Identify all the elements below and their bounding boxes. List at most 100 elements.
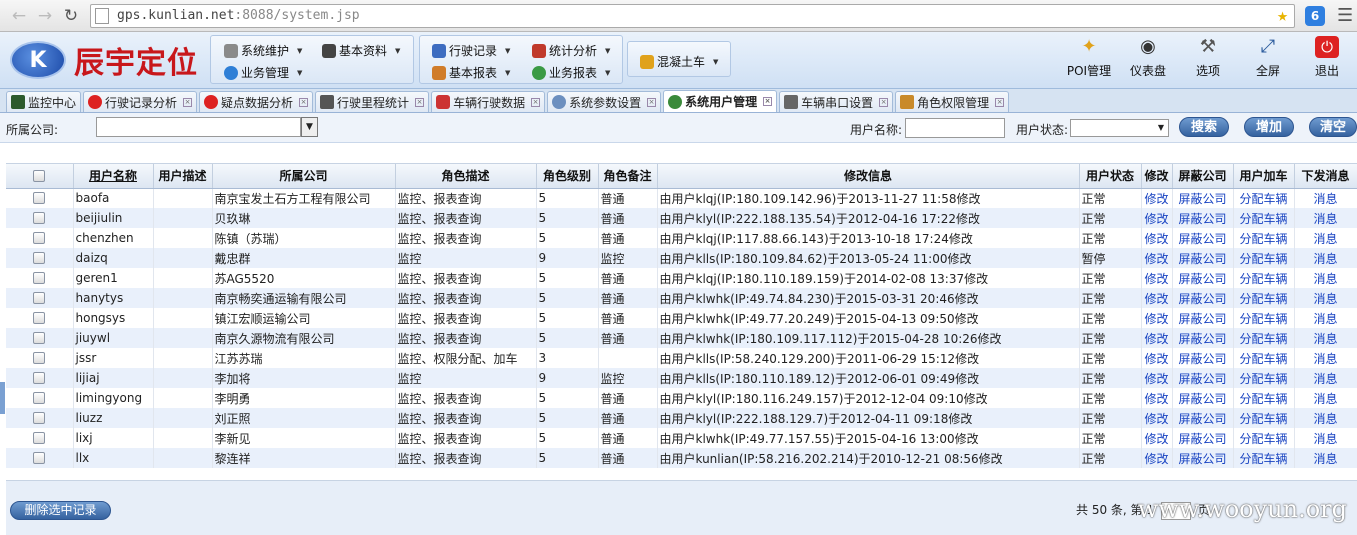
block-company-link[interactable]: 屏蔽公司 <box>1172 268 1234 288</box>
company-input[interactable] <box>96 117 301 137</box>
edit-link[interactable]: 修改 <box>1141 348 1173 368</box>
reload-icon[interactable]: ↻ <box>58 3 84 29</box>
row-select-cell[interactable] <box>6 428 74 448</box>
menu-system-maintenance[interactable]: 系统维护 ▼ <box>224 42 302 59</box>
tab-monitor-center[interactable]: 监控中心 <box>6 91 82 112</box>
menu-statistics[interactable]: 统计分析 ▼ <box>532 42 610 59</box>
tab-vehicle-serial-settings[interactable]: 车辆串口设置 × <box>779 91 894 112</box>
tab-system-parameters[interactable]: 系统参数设置 × <box>547 91 662 112</box>
edit-link[interactable]: 修改 <box>1141 428 1173 448</box>
bookmark-star-icon[interactable]: ★ <box>1277 5 1288 26</box>
side-collapse-handle[interactable] <box>0 382 5 414</box>
table-row[interactable]: hongsys 镇江宏顺运输公司 监控、报表查询 5 普通 由用户klwhk(IP:49.… <box>6 308 1357 328</box>
row-select-cell[interactable] <box>6 228 74 248</box>
message-link[interactable]: 消息 <box>1294 328 1357 348</box>
row-select-cell[interactable] <box>6 308 74 328</box>
edit-link[interactable]: 修改 <box>1141 188 1173 208</box>
assign-vehicle-link[interactable]: 分配车辆 <box>1233 248 1295 268</box>
menu-business-management[interactable]: 业务管理 ▼ <box>224 64 302 81</box>
logout-button[interactable]: ⏻ 退出 <box>1297 36 1357 79</box>
block-company-link[interactable]: 屏蔽公司 <box>1172 428 1234 448</box>
row-checkbox[interactable] <box>33 292 46 304</box>
row-checkbox[interactable] <box>33 212 46 224</box>
search-button[interactable]: 搜索 <box>1179 117 1229 137</box>
assign-vehicle-link[interactable]: 分配车辆 <box>1233 308 1295 328</box>
row-checkbox[interactable] <box>33 312 46 324</box>
tab-mileage-statistics[interactable]: 行驶里程统计 × <box>315 91 430 112</box>
table-row[interactable]: limingyong 李明勇 监控、报表查询 5 普通 由用户klyl(IP:180.11… <box>6 388 1357 408</box>
table-row[interactable]: lijiaj 李加将 监控 9 监控 由用户klls(IP:180.110.189.12)… <box>6 368 1357 388</box>
close-icon[interactable]: × <box>647 97 657 107</box>
row-select-cell[interactable] <box>6 328 74 348</box>
table-row[interactable]: jiuywl 南京久源物流有限公司 监控、报表查询 5 普通 由用户klwhk(IP:18… <box>6 328 1357 348</box>
message-link[interactable]: 消息 <box>1294 248 1357 268</box>
table-row[interactable]: chenzhen 陈镇（苏瑞） 监控、报表查询 5 普通 由用户klqj(IP:117.8… <box>6 228 1357 248</box>
block-company-link[interactable]: 屏蔽公司 <box>1172 188 1234 208</box>
column-header[interactable]: 用户名称 <box>73 164 154 189</box>
row-checkbox[interactable] <box>33 352 46 364</box>
edit-link[interactable]: 修改 <box>1141 388 1173 408</box>
row-select-cell[interactable] <box>6 348 74 368</box>
row-checkbox[interactable] <box>33 432 46 444</box>
assign-vehicle-link[interactable]: 分配车辆 <box>1233 448 1295 468</box>
status-select[interactable]: ▼ <box>1070 119 1169 137</box>
row-checkbox[interactable] <box>33 232 46 244</box>
row-checkbox[interactable] <box>33 332 46 344</box>
block-company-link[interactable]: 屏蔽公司 <box>1172 288 1234 308</box>
close-icon[interactable]: × <box>415 97 425 107</box>
options-button[interactable]: ⚒ 选项 <box>1178 36 1238 79</box>
company-dropdown-button[interactable]: ▼ <box>301 117 318 137</box>
message-link[interactable]: 消息 <box>1294 348 1357 368</box>
table-row[interactable]: daizq 戴忠群 监控 9 监控 由用户klls(IP:180.109.84.62)于2… <box>6 248 1357 268</box>
assign-vehicle-link[interactable]: 分配车辆 <box>1233 368 1295 388</box>
edit-link[interactable]: 修改 <box>1141 308 1173 328</box>
message-link[interactable]: 消息 <box>1294 308 1357 328</box>
row-checkbox[interactable] <box>33 412 46 424</box>
back-icon[interactable]: ← <box>6 3 32 29</box>
tab-system-user-management[interactable]: 系统用户管理 × <box>663 90 778 112</box>
tab-suspicious-data-analysis[interactable]: 疑点数据分析 × <box>199 91 314 112</box>
table-row[interactable]: jssr 江苏苏瑞 监控、权限分配、加车 3 由用户klls(IP:58.240.129… <box>6 348 1357 368</box>
block-company-link[interactable]: 屏蔽公司 <box>1172 448 1234 468</box>
edit-link[interactable]: 修改 <box>1141 368 1173 388</box>
fullscreen-button[interactable]: ⤢ 全屏 <box>1238 36 1298 79</box>
menu-basic-data[interactable]: 基本资料 ▼ <box>322 42 400 59</box>
assign-vehicle-link[interactable]: 分配车辆 <box>1233 388 1295 408</box>
block-company-link[interactable]: 屏蔽公司 <box>1172 308 1234 328</box>
dashboard-button[interactable]: ◉ 仪表盘 <box>1118 36 1178 79</box>
block-company-link[interactable]: 屏蔽公司 <box>1172 248 1234 268</box>
edit-link[interactable]: 修改 <box>1141 408 1173 428</box>
assign-vehicle-link[interactable]: 分配车辆 <box>1233 328 1295 348</box>
select-all-header[interactable] <box>6 164 74 189</box>
table-row[interactable]: beijiulin 贝玖琳 监控、报表查询 5 普通 由用户klyl(IP:222.188… <box>6 208 1357 228</box>
menu-driving-records[interactable]: 行驶记录 ▼ <box>432 42 510 59</box>
username-input[interactable] <box>905 118 1005 138</box>
block-company-link[interactable]: 屏蔽公司 <box>1172 388 1234 408</box>
close-icon[interactable]: × <box>183 97 193 107</box>
table-row[interactable]: geren1 苏AG5520 监控、报表查询 5 普通 由用户klqj(IP:180.11… <box>6 268 1357 288</box>
menu-concrete-truck[interactable]: 混凝土车 ▼ <box>640 53 718 70</box>
assign-vehicle-link[interactable]: 分配车辆 <box>1233 188 1295 208</box>
close-icon[interactable]: × <box>879 97 889 107</box>
close-icon[interactable]: × <box>531 97 541 107</box>
table-row[interactable]: llx 黎连祥 监控、报表查询 5 普通 由用户kunlian(IP:58.216.202… <box>6 448 1357 468</box>
row-select-cell[interactable] <box>6 408 74 428</box>
message-link[interactable]: 消息 <box>1294 228 1357 248</box>
table-row[interactable]: hanytys 南京畅奕通运输有限公司 监控、报表查询 5 普通 由用户klwhk(IP:… <box>6 288 1357 308</box>
message-link[interactable]: 消息 <box>1294 288 1357 308</box>
row-checkbox[interactable] <box>33 452 46 464</box>
row-checkbox[interactable] <box>33 252 46 264</box>
table-row[interactable]: lixj 李新见 监控、报表查询 5 普通 由用户klwhk(IP:49.77.157.5… <box>6 428 1357 448</box>
edit-link[interactable]: 修改 <box>1141 248 1173 268</box>
tab-driving-record-analysis[interactable]: 行驶记录分析 × <box>83 91 198 112</box>
close-icon[interactable]: × <box>763 97 773 106</box>
block-company-link[interactable]: 屏蔽公司 <box>1172 408 1234 428</box>
message-link[interactable]: 消息 <box>1294 388 1357 408</box>
assign-vehicle-link[interactable]: 分配车辆 <box>1233 408 1295 428</box>
message-link[interactable]: 消息 <box>1294 208 1357 228</box>
row-select-cell[interactable] <box>6 268 74 288</box>
edit-link[interactable]: 修改 <box>1141 288 1173 308</box>
assign-vehicle-link[interactable]: 分配车辆 <box>1233 428 1295 448</box>
row-select-cell[interactable] <box>6 248 74 268</box>
message-link[interactable]: 消息 <box>1294 368 1357 388</box>
